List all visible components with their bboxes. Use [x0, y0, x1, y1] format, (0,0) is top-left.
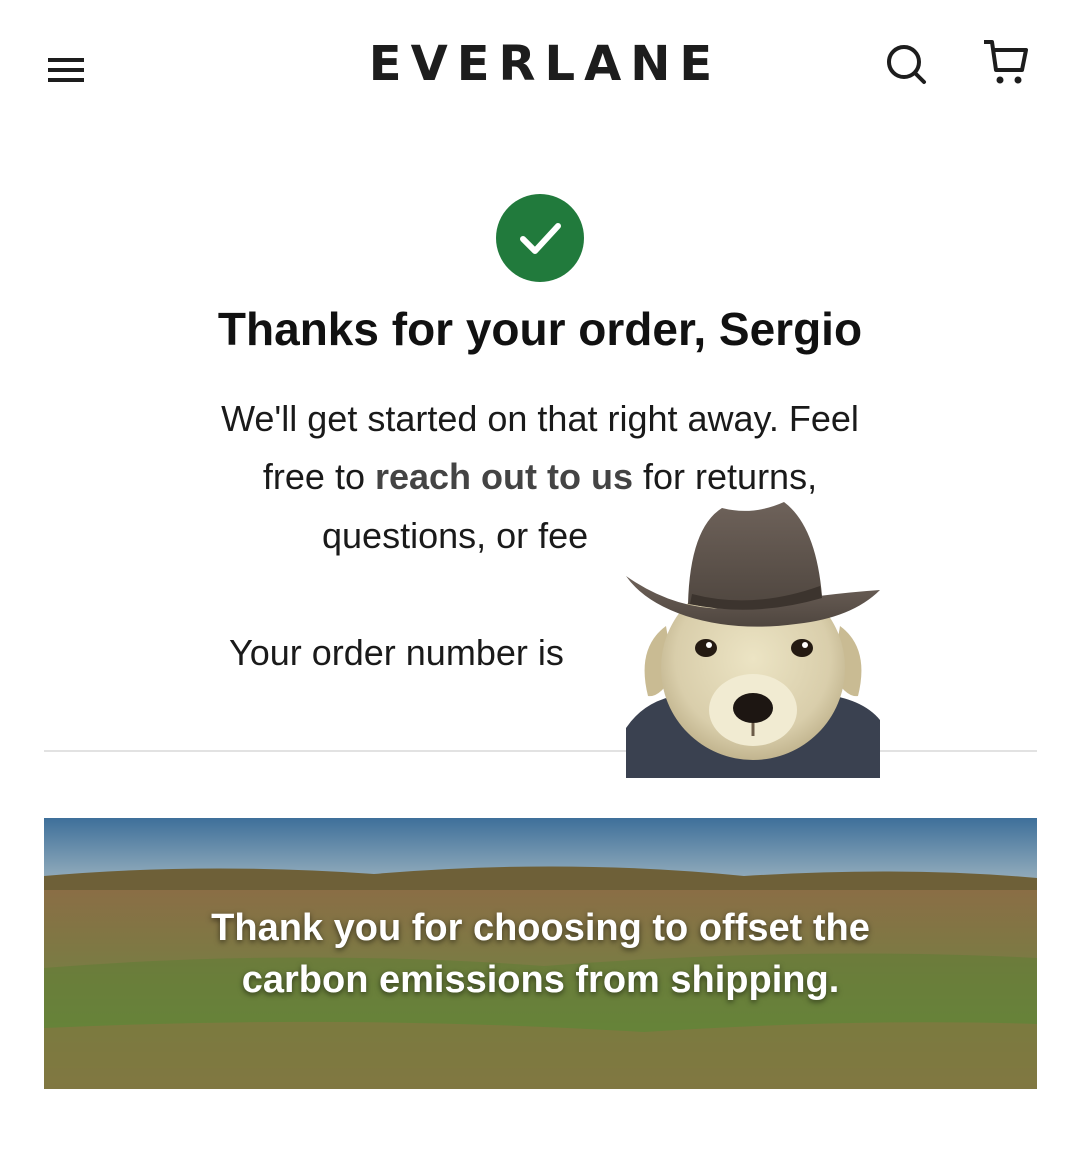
confirmation-message-line3: questions, or fee: [322, 515, 589, 556]
banner-line2: carbon emissions from shipping.: [241, 959, 840, 1001]
brand-logo[interactable]: EVERLANE: [340, 36, 750, 92]
order-confirmation-title: Thanks for your order, Sergio: [217, 303, 863, 355]
banner-message: Thank you for choosing to offset the car…: [44, 902, 1037, 1006]
carbon-offset-banner: Thank you for choosing to offset the car…: [44, 818, 1037, 1089]
checkmark-circle-icon: [496, 194, 584, 282]
hamburger-menu-icon[interactable]: [44, 50, 88, 90]
confirmation-message-line2: free to reach out to us for returns,: [0, 456, 1080, 498]
message-text-before-link: free to: [262, 456, 375, 497]
search-icon[interactable]: [880, 38, 932, 90]
banner-line1: Thank you for choosing to offset the: [211, 907, 870, 949]
shopping-cart-icon[interactable]: [978, 36, 1034, 88]
section-divider: [44, 750, 1037, 752]
top-header: EVERLANE: [0, 0, 1080, 130]
reach-out-link[interactable]: reach out to us: [375, 456, 633, 497]
confirmation-message-line1: We'll get started on that right away. Fe…: [221, 398, 859, 439]
message-text-after-link: for returns,: [633, 456, 818, 497]
cowboy-dog-sticker: [626, 498, 880, 778]
order-number-label: Your order number is: [229, 632, 564, 673]
